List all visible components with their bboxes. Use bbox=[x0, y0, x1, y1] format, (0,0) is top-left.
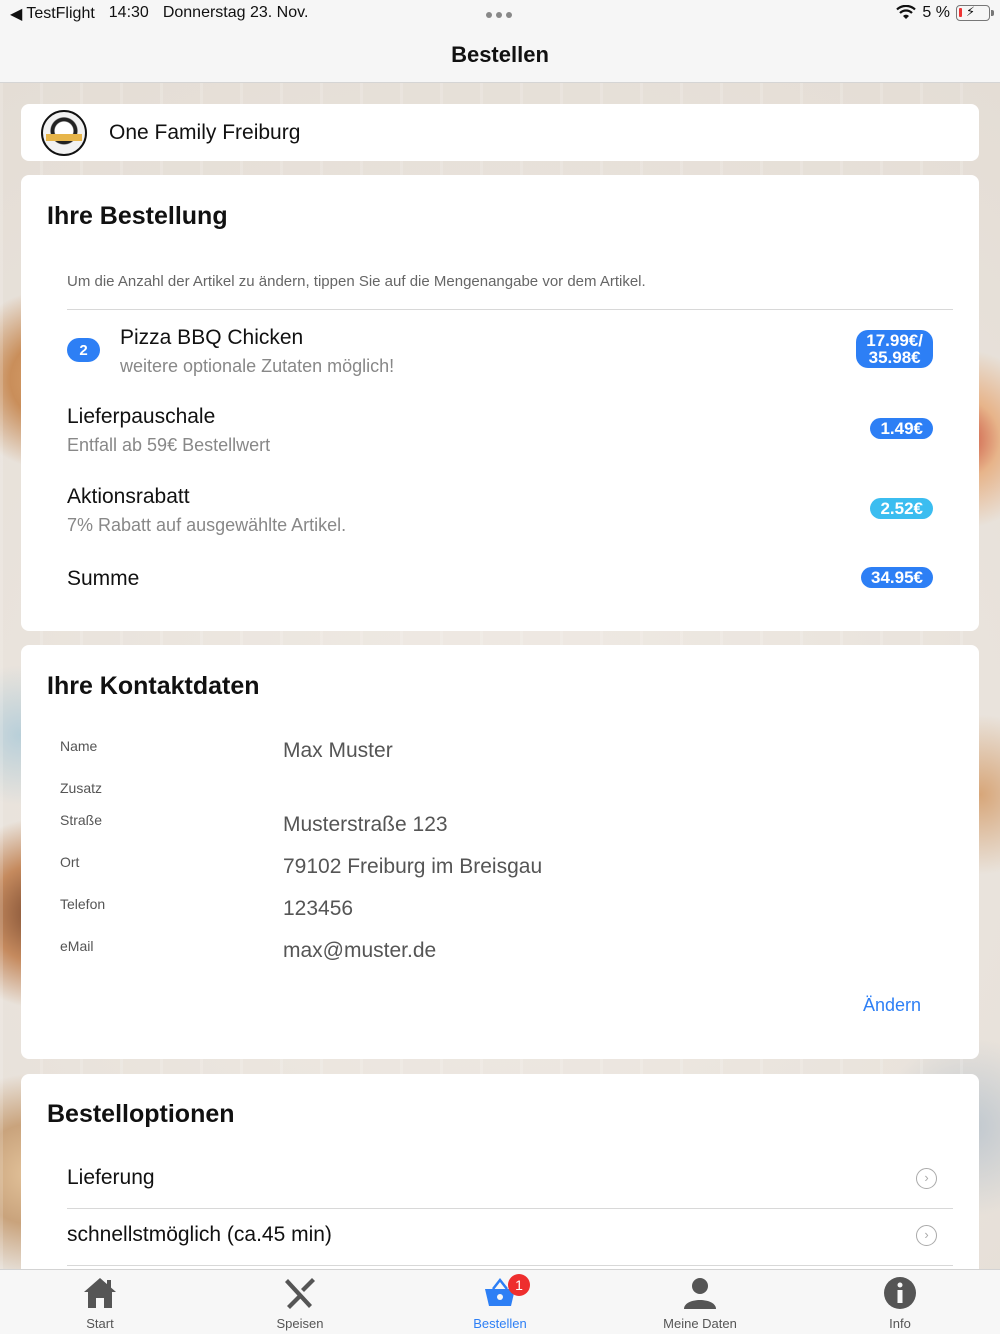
option-time[interactable]: schnellstmöglich (ca.45 min) › bbox=[67, 1209, 953, 1265]
tab-label: Info bbox=[889, 1316, 911, 1331]
chevron-right-icon: › bbox=[916, 1225, 937, 1246]
tab-info[interactable]: Info bbox=[840, 1270, 960, 1334]
restaurant-logo bbox=[41, 109, 87, 156]
contact-card: Ihre Kontaktdaten Name Max Muster Zusatz… bbox=[21, 645, 979, 1059]
contact-value: Musterstraße 123 bbox=[283, 813, 448, 836]
back-to-app[interactable]: ◀ TestFlight bbox=[10, 4, 95, 24]
order-item: 2 Pizza BBQ Chicken weitere optionale Zu… bbox=[67, 326, 933, 382]
total-row: Summe 34.95€ bbox=[67, 567, 933, 597]
discount-subtitle: 7% Rabatt auf ausgewählte Artikel. bbox=[67, 515, 347, 535]
discount-price: 2.52€ bbox=[870, 498, 933, 519]
order-hint: Um die Anzahl der Artikel zu ändern, tip… bbox=[67, 273, 646, 290]
total-price: 34.95€ bbox=[861, 567, 933, 588]
options-title: Bestelloptionen bbox=[47, 1100, 235, 1128]
contact-label: eMail bbox=[60, 938, 94, 954]
quantity-badge[interactable]: 2 bbox=[67, 338, 100, 362]
divider bbox=[67, 1265, 953, 1266]
order-options-card: Bestelloptionen Lieferung › schnellstmög… bbox=[21, 1074, 979, 1284]
item-name: Pizza BBQ Chicken bbox=[120, 326, 304, 349]
item-total-price: 35.98€ bbox=[868, 348, 921, 367]
cart-count-badge: 1 bbox=[508, 1274, 530, 1296]
order-card: Ihre Bestellung Um die Anzahl der Artike… bbox=[21, 175, 979, 631]
item-price: 17.99€/ 35.98€ bbox=[856, 330, 933, 368]
tab-meine-daten[interactable]: Meine Daten bbox=[640, 1270, 760, 1334]
edit-contact-button[interactable]: Ändern bbox=[863, 995, 921, 1016]
status-bar: ◀ TestFlight 14:30 Donnerstag 23. Nov. 5… bbox=[0, 0, 1000, 28]
home-icon bbox=[84, 1278, 116, 1308]
discount-row: Aktionsrabatt 7% Rabatt auf ausgewählte … bbox=[67, 485, 933, 541]
tab-bar: Start Speisen 1 Bestellen Meine Daten In… bbox=[0, 1269, 1000, 1334]
info-icon bbox=[884, 1277, 916, 1309]
contact-label: Zusatz bbox=[60, 780, 103, 796]
contact-label: Name bbox=[60, 738, 98, 754]
chevron-right-icon: › bbox=[916, 1168, 937, 1189]
divider bbox=[67, 309, 953, 310]
contact-value: max@muster.de bbox=[283, 939, 437, 962]
navigation-bar: Bestellen bbox=[0, 28, 1000, 83]
battery-icon: ⚡ bbox=[956, 4, 994, 21]
tab-bestellen[interactable]: 1 Bestellen bbox=[440, 1270, 560, 1334]
battery-percent: 5 % bbox=[922, 4, 950, 21]
multitask-dots-icon[interactable] bbox=[486, 12, 512, 18]
contact-value: Max Muster bbox=[283, 739, 393, 762]
tab-speisen[interactable]: Speisen bbox=[240, 1270, 360, 1334]
delivery-fee-subtitle: Entfall ab 59€ Bestellwert bbox=[67, 435, 271, 455]
tab-start[interactable]: Start bbox=[40, 1270, 160, 1334]
restaurant-card[interactable]: One Family Freiburg bbox=[21, 104, 979, 161]
discount-name: Aktionsrabatt bbox=[67, 485, 190, 508]
delivery-fee-price: 1.49€ bbox=[870, 418, 933, 439]
order-title: Ihre Bestellung bbox=[47, 202, 228, 230]
option-label: schnellstmöglich (ca.45 min) bbox=[67, 1223, 332, 1246]
wifi-icon bbox=[896, 5, 917, 19]
tab-label: Start bbox=[86, 1316, 114, 1331]
status-time: 14:30 bbox=[108, 4, 149, 21]
option-delivery[interactable]: Lieferung › bbox=[67, 1152, 953, 1208]
contact-label: Telefon bbox=[60, 896, 106, 912]
contact-title: Ihre Kontaktdaten bbox=[47, 672, 260, 700]
person-icon bbox=[684, 1278, 716, 1309]
restaurant-name: One Family Freiburg bbox=[109, 120, 301, 144]
back-app-label: TestFlight bbox=[26, 5, 95, 22]
tab-label: Meine Daten bbox=[663, 1316, 737, 1331]
contact-label: Straße bbox=[60, 812, 103, 828]
delivery-fee-row: Lieferpauschale Entfall ab 59€ Bestellwe… bbox=[67, 405, 933, 461]
item-unit-price: 17.99€/ bbox=[866, 331, 923, 350]
contact-value: 79102 Freiburg im Breisgau bbox=[283, 855, 543, 878]
back-arrow-icon: ◀ bbox=[10, 6, 23, 23]
contact-label: Ort bbox=[60, 854, 80, 870]
delivery-fee-name: Lieferpauschale bbox=[67, 405, 216, 428]
status-date: Donnerstag 23. Nov. bbox=[162, 4, 309, 21]
tab-label: Bestellen bbox=[473, 1316, 527, 1331]
option-label: Lieferung bbox=[67, 1166, 155, 1189]
tab-label: Speisen bbox=[276, 1316, 324, 1331]
item-subtitle: weitere optionale Zutaten möglich! bbox=[120, 356, 395, 376]
page-title: Bestellen bbox=[451, 42, 549, 67]
cutlery-icon bbox=[285, 1278, 315, 1309]
contact-value: 123456 bbox=[283, 897, 354, 920]
total-label: Summe bbox=[67, 567, 140, 590]
